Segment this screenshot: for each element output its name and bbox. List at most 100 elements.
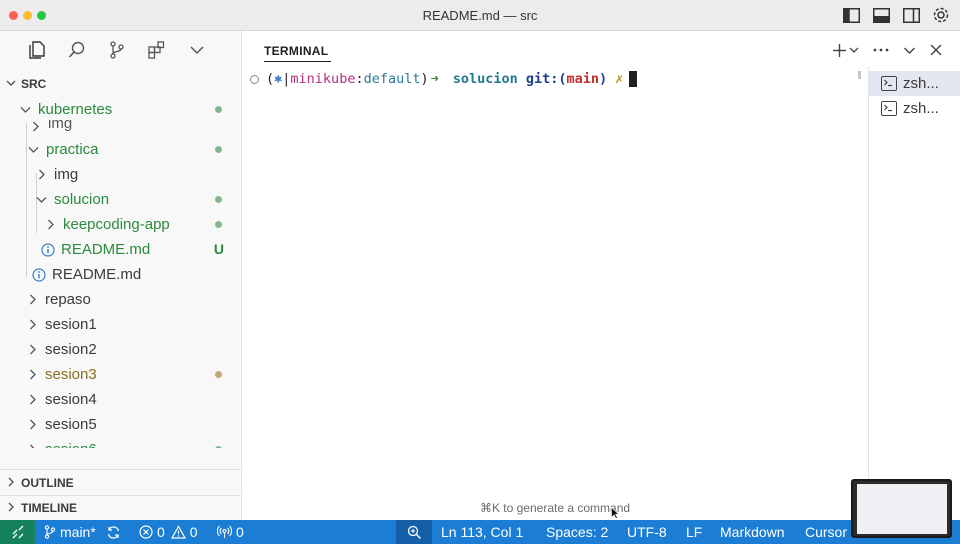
git-status-dot xyxy=(215,446,222,448)
command-decoration-icon xyxy=(250,74,259,84)
settings-gear-icon[interactable] xyxy=(930,5,952,25)
explorer-sidebar: SRC kubernetes img practica img solucion… xyxy=(0,31,242,520)
ports-status[interactable]: 0 xyxy=(217,520,244,544)
git-status-dot xyxy=(215,106,222,113)
ports-count: 0 xyxy=(236,524,244,540)
info-icon xyxy=(41,242,55,257)
git-status-dot xyxy=(215,221,222,228)
outline-label: OUTLINE xyxy=(21,476,74,490)
git-branch: main xyxy=(566,71,599,87)
explorer-root-label: SRC xyxy=(21,77,47,91)
broadcast-icon xyxy=(217,525,232,538)
tree-item-label: keepcoding-app xyxy=(63,216,170,233)
kube-context: minikube xyxy=(290,71,356,87)
branch-status[interactable]: main* xyxy=(44,520,96,544)
maximize-chevron-icon[interactable] xyxy=(903,41,916,59)
tree-item-sesion6[interactable]: sesion6 xyxy=(0,437,242,448)
terminal-icon xyxy=(881,101,897,116)
tree-item-img[interactable]: img xyxy=(0,119,242,133)
terminal-scrollbar[interactable] xyxy=(858,71,861,79)
indentation-status[interactable]: Spaces: 2 xyxy=(546,520,608,544)
branch-name: main* xyxy=(60,524,96,540)
prompt-separator: | xyxy=(282,71,291,87)
timeline-label: TIMELINE xyxy=(21,501,77,515)
tree-item-label: repaso xyxy=(45,291,91,308)
explorer-root-header[interactable]: SRC xyxy=(0,73,242,95)
chevron-down-icon xyxy=(26,144,40,155)
close-icon[interactable] xyxy=(930,41,942,59)
tab-terminal[interactable]: TERMINAL xyxy=(264,44,328,58)
timeline-section-header[interactable]: TIMELINE xyxy=(0,497,242,519)
prompt-paren: ) xyxy=(420,71,429,87)
chevron-down-icon xyxy=(34,194,48,205)
cursor-status[interactable]: Cursor xyxy=(805,520,847,544)
git-status-dot xyxy=(215,371,222,378)
launch-profile-chevron-icon[interactable] xyxy=(849,41,859,59)
activity-bar xyxy=(0,31,241,69)
tree-item-label: kubernetes xyxy=(38,103,113,118)
cursor-position[interactable]: Ln 113, Col 1 xyxy=(441,520,523,544)
chevron-right-icon xyxy=(25,294,39,305)
chevron-right-icon xyxy=(25,419,39,430)
tree-item-label: README.md xyxy=(61,241,151,258)
toggle-panel-icon[interactable] xyxy=(870,5,892,25)
tree-item-sesion1[interactable]: sesion1 xyxy=(0,312,242,337)
toggle-secondary-sidebar-icon[interactable] xyxy=(900,5,922,25)
tree-item-solucion[interactable]: solucion xyxy=(0,187,242,212)
panel-tab-bar: TERMINAL xyxy=(242,31,960,67)
outline-section-header[interactable]: OUTLINE xyxy=(0,472,242,494)
zoom-icon[interactable] xyxy=(396,520,432,544)
chevron-down-icon xyxy=(4,78,18,91)
tree-item-label: solucion xyxy=(54,191,110,208)
terminal-session-label: zsh... xyxy=(903,100,939,117)
tree-item-readme[interactable]: README.md xyxy=(0,262,242,287)
terminal-icon xyxy=(881,76,897,91)
chevron-right-icon xyxy=(34,169,48,180)
extensions-icon[interactable] xyxy=(146,39,168,61)
remote-indicator-icon[interactable] xyxy=(0,520,35,544)
more-actions-icon[interactable] xyxy=(873,41,889,59)
prompt-colon: : xyxy=(355,71,364,87)
chevron-down-icon[interactable] xyxy=(186,39,208,61)
chevron-right-icon xyxy=(4,502,18,515)
terminal-session-item[interactable]: zsh... xyxy=(869,96,960,121)
tree-item-sesion3[interactable]: sesion3 xyxy=(0,362,242,387)
generate-command-hint: ⌘K to generate a command xyxy=(479,501,631,515)
tree-item-sesion2[interactable]: sesion2 xyxy=(0,337,242,362)
git-prefix: git:( xyxy=(525,71,567,87)
terminal-cursor xyxy=(629,71,638,87)
new-terminal-icon[interactable] xyxy=(832,41,847,59)
tree-item-repaso[interactable]: repaso xyxy=(0,287,242,312)
tree-item-label: img xyxy=(54,166,79,183)
tree-item-practica[interactable]: practica xyxy=(0,137,242,162)
source-control-icon[interactable] xyxy=(106,39,128,61)
terminal-session-item[interactable]: zsh... xyxy=(869,71,960,96)
toggle-primary-sidebar-icon[interactable] xyxy=(840,5,862,25)
terminal-view[interactable]: ( ⎈ | minikube : default ) ➜ solucion gi… xyxy=(242,67,868,520)
tree-item-keepcoding-app[interactable]: keepcoding-app xyxy=(0,212,242,237)
tree-item-label: sesion1 xyxy=(45,316,97,333)
tree-item-label: sesion5 xyxy=(45,416,97,433)
git-status-dot xyxy=(215,196,222,203)
chevron-right-icon xyxy=(43,219,57,230)
files-icon[interactable] xyxy=(26,39,48,61)
tree-item-img[interactable]: img xyxy=(0,162,242,187)
problems-status[interactable]: 0 0 xyxy=(139,520,198,544)
sync-icon[interactable] xyxy=(106,520,121,544)
search-icon[interactable] xyxy=(66,39,88,61)
language-mode[interactable]: Markdown xyxy=(720,520,785,544)
tree-item-sesion5[interactable]: sesion5 xyxy=(0,412,242,437)
section-divider xyxy=(0,495,242,496)
error-icon xyxy=(139,525,153,539)
git-suffix: ) xyxy=(598,71,608,87)
chevron-right-icon xyxy=(25,369,39,380)
tree-item-sesion4[interactable]: sesion4 xyxy=(0,387,242,412)
terminal-session-label: zsh... xyxy=(903,75,939,92)
chevron-right-icon xyxy=(25,319,39,330)
active-tab-indicator xyxy=(264,61,331,62)
eol-status[interactable]: LF xyxy=(686,520,702,544)
warning-count: 0 xyxy=(189,524,198,540)
recording-thumbnail[interactable] xyxy=(851,479,952,538)
encoding-status[interactable]: UTF-8 xyxy=(627,520,667,544)
tree-item-readme-untracked[interactable]: README.md U xyxy=(0,237,242,262)
